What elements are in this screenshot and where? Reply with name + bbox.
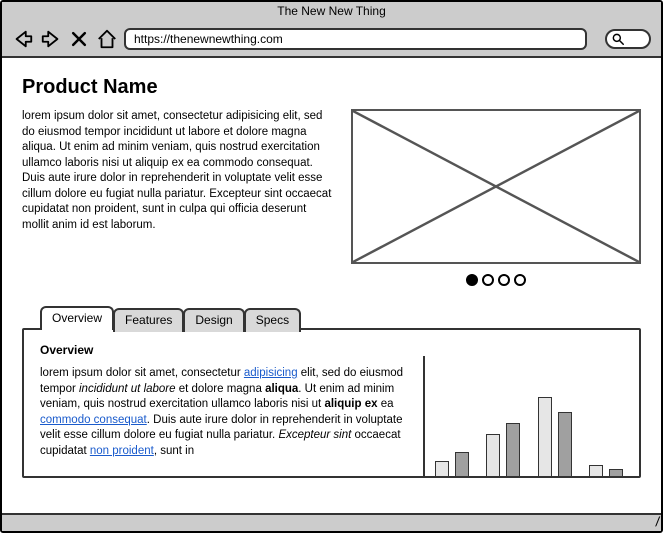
search-button[interactable] — [605, 29, 651, 49]
url-input[interactable] — [124, 28, 587, 50]
page-content: Product Name lorem ipsum dolor sit amet,… — [2, 58, 661, 511]
product-description: lorem ipsum dolor sit amet, consectetur … — [22, 109, 333, 233]
back-icon[interactable] — [12, 28, 34, 50]
page-title: Product Name — [22, 76, 641, 99]
chart-bar — [538, 397, 552, 476]
tabs: Overview Features Design Specs Overview … — [22, 306, 641, 478]
carousel-dot-4[interactable] — [514, 274, 526, 286]
forward-icon[interactable] — [40, 28, 62, 50]
tab-strip: Overview Features Design Specs — [40, 306, 641, 330]
chart-bar — [506, 423, 520, 476]
chart-bar — [589, 465, 603, 476]
search-icon — [611, 32, 625, 46]
resize-grip-icon[interactable]: ⁄⁄ — [655, 514, 658, 529]
tab-panel: Overview lorem ipsum dolor sit amet, con… — [22, 328, 641, 478]
status-bar: ⁄⁄ — [2, 513, 661, 531]
carousel-dots — [351, 274, 641, 286]
home-icon[interactable] — [96, 28, 118, 50]
tab-specs[interactable]: Specs — [244, 308, 301, 332]
chart-bar — [455, 452, 469, 476]
stop-icon[interactable] — [68, 28, 90, 50]
window-title: The New New Thing — [2, 4, 661, 18]
tab-overview[interactable]: Overview — [40, 306, 114, 330]
panel-paragraph: lorem ipsum dolor sit amet, consectetur … — [40, 366, 409, 459]
carousel-dot-3[interactable] — [498, 274, 510, 286]
carousel-dot-1[interactable] — [466, 274, 478, 286]
carousel-dot-2[interactable] — [482, 274, 494, 286]
browser-chrome: The New New Thing — [2, 2, 661, 58]
chart-bar — [558, 412, 572, 476]
chart-bar — [486, 434, 500, 476]
tab-design[interactable]: Design — [183, 308, 244, 332]
chart-bar — [435, 461, 449, 476]
placeholder-image[interactable] — [351, 109, 641, 264]
panel-heading: Overview — [40, 342, 409, 358]
image-carousel — [351, 109, 641, 286]
panel-body: Overview lorem ipsum dolor sit amet, con… — [40, 342, 409, 476]
tab-features[interactable]: Features — [113, 308, 184, 332]
intro-row: lorem ipsum dolor sit amet, consectetur … — [22, 109, 641, 286]
chart — [423, 356, 623, 476]
chart-bar — [609, 469, 623, 476]
nav-toolbar — [12, 28, 651, 50]
